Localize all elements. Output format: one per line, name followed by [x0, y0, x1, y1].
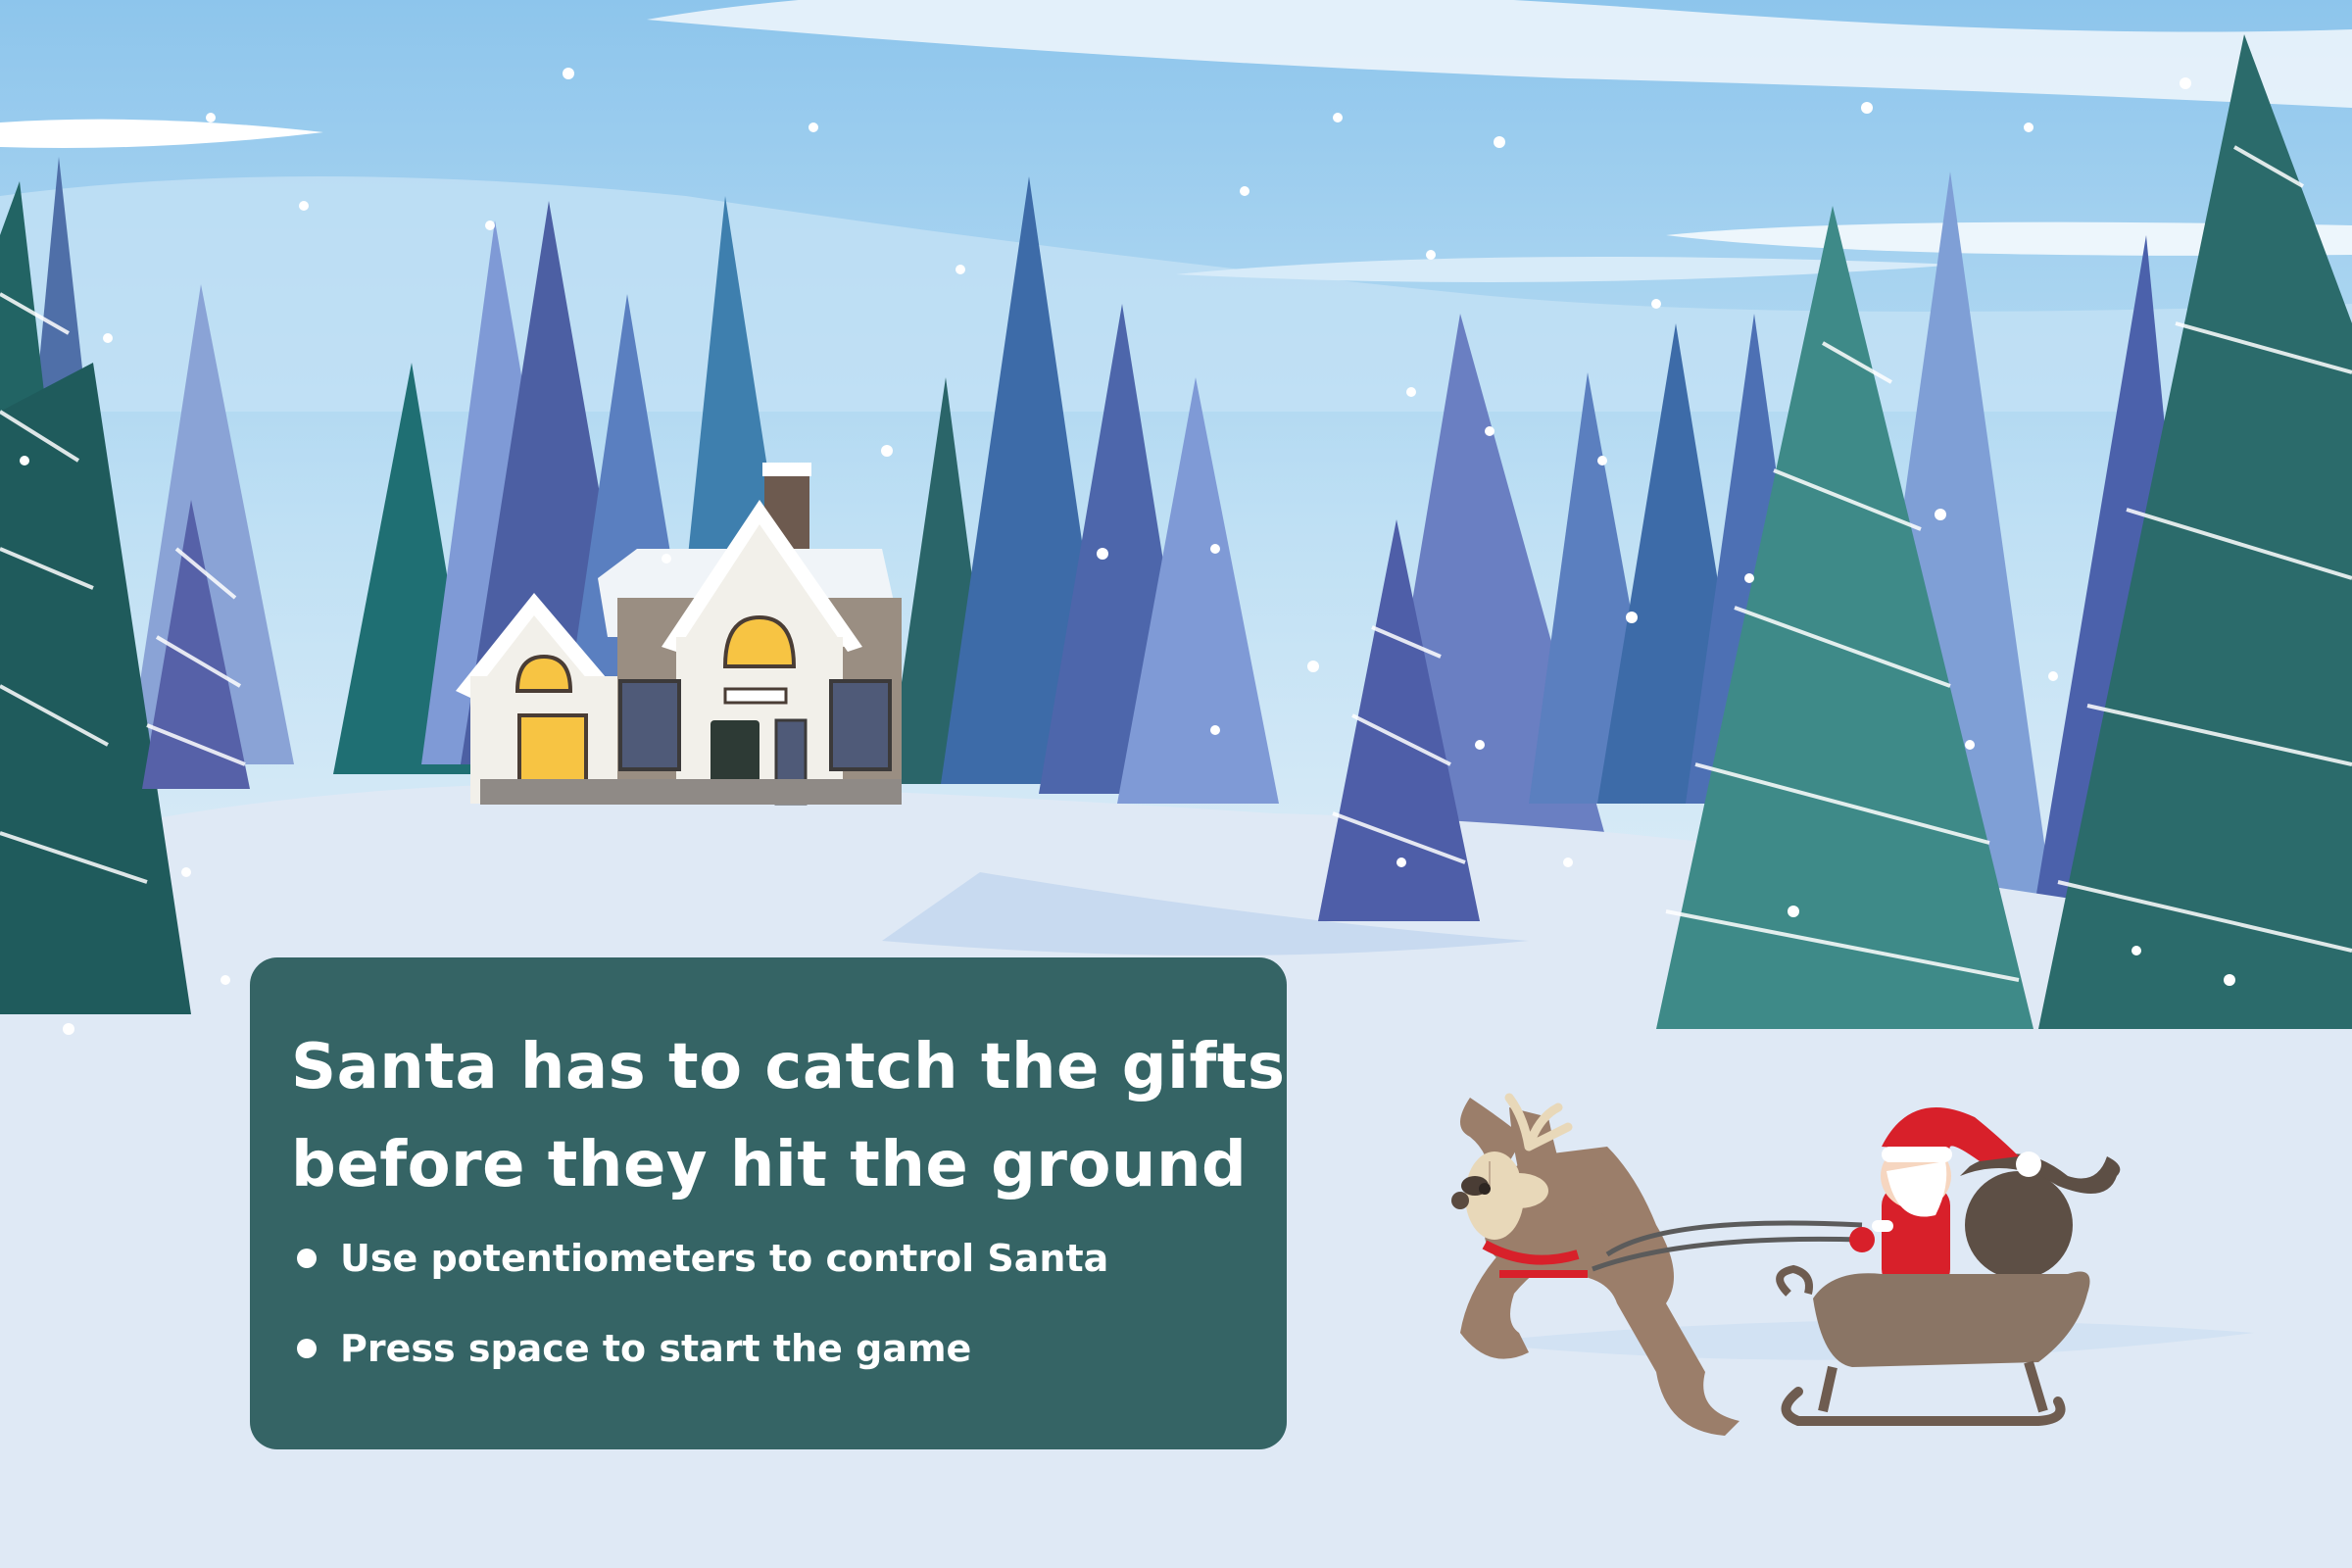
headline-line-1: Santa has to catch the gifts	[291, 1031, 1286, 1103]
instruction-item: Press space to start the game	[291, 1324, 1248, 1373]
bullet-icon	[297, 1249, 317, 1268]
game-scene: Santa has to catch the gifts before they…	[0, 0, 2352, 1568]
instruction-text: Use potentiometers to control Santa	[340, 1237, 1109, 1280]
headline-line-2: before they hit the ground	[291, 1129, 1248, 1201]
instruction-list: Use potentiometers to control Santa Pres…	[291, 1234, 1248, 1373]
headline: Santa has to catch the gifts before they…	[291, 1018, 1286, 1214]
instruction-text: Press space to start the game	[340, 1327, 972, 1370]
instruction-panel: Santa has to catch the gifts before they…	[250, 957, 1287, 1449]
instruction-item: Use potentiometers to control Santa	[291, 1234, 1248, 1283]
bullet-icon	[297, 1339, 317, 1358]
